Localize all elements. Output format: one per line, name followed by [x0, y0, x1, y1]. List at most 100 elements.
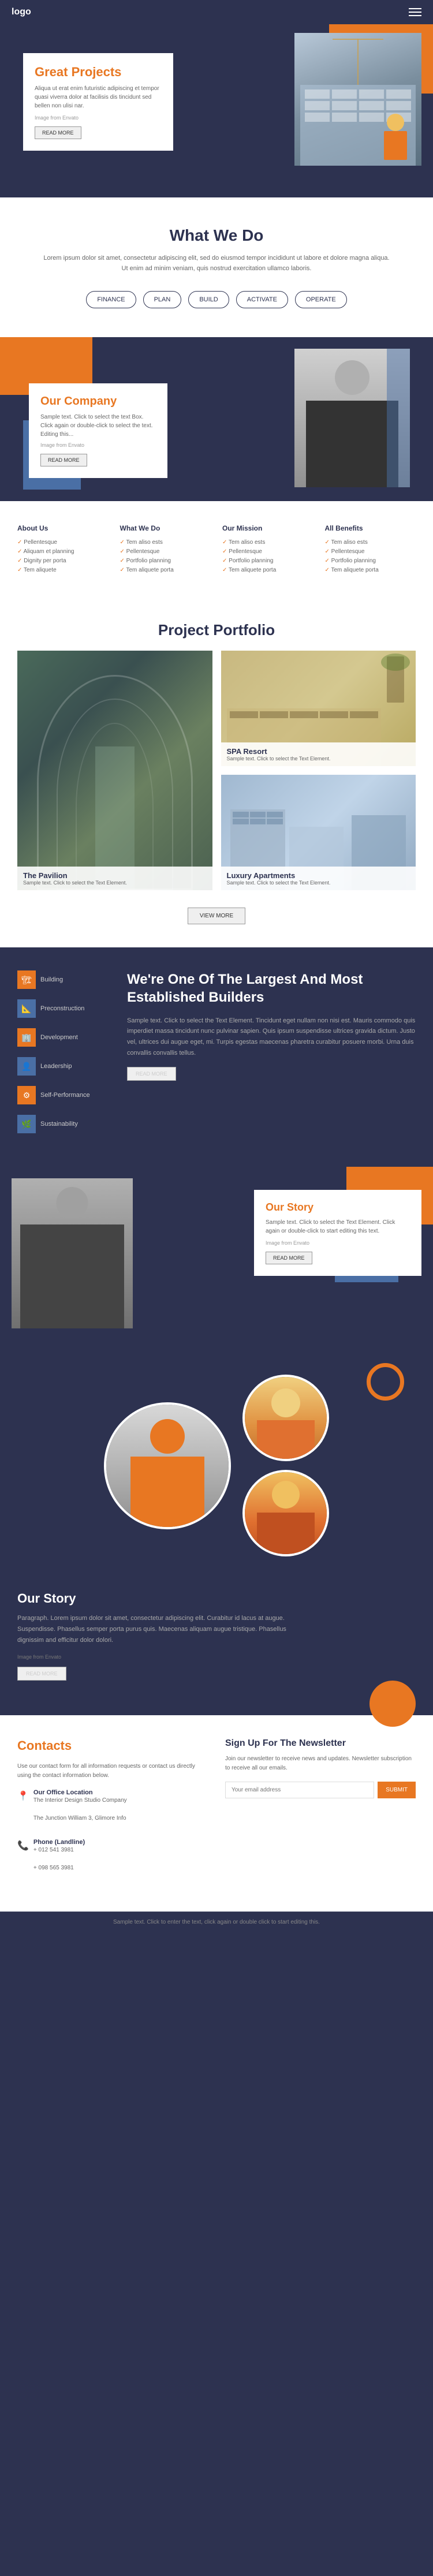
- logo: logo: [12, 7, 31, 17]
- our-story2-description: Paragraph. Lorem ipsum dolor sit amet, c…: [17, 1613, 306, 1645]
- hero-title: Great Projects: [35, 65, 162, 80]
- builders-icons-list: 🏗 Building 📐 Preconstruction 🏢 Developme…: [17, 970, 110, 1144]
- about-item: Tem aliquete: [17, 566, 109, 575]
- office-line2: The Junction William 3, Glimore Info: [33, 1814, 127, 1823]
- about-col-3: Our Mission Tem aliso ests Pellentesque …: [222, 524, 313, 575]
- newsletter-form: SUBMIT: [225, 1782, 416, 1798]
- pill-plan[interactable]: PLAN: [143, 291, 182, 308]
- about-item: Tem aliquete porta: [222, 566, 313, 575]
- portfolio-item-pavilion[interactable]: The Pavilion Sample text. Click to selec…: [17, 651, 212, 890]
- hero-description: Aliqua ut erat enim futuristic adipiscin…: [35, 84, 162, 110]
- what-we-do-description: Lorem ipsum dolor sit amet, consectetur …: [43, 253, 390, 274]
- about-col3-title: Our Mission: [222, 524, 313, 532]
- company-title: Our Company: [40, 395, 156, 408]
- hero-card: Great Projects Aliqua ut erat enim futur…: [23, 53, 173, 151]
- about-col-2: What We Do Tem aliso ests Pellentesque P…: [120, 524, 211, 575]
- newsletter-section: Sign Up For The Newsletter Join our news…: [225, 1738, 416, 1888]
- about-item: Aliquam et planning: [17, 547, 109, 557]
- team-section: [0, 1352, 433, 1580]
- company-card: Our Company Sample text. Click to select…: [29, 383, 167, 478]
- hero-img-placeholder: Image from Envato: [35, 115, 162, 121]
- leadership-icon: 👤: [17, 1057, 36, 1076]
- pavilion-label: The Pavilion Sample text. Click to selec…: [17, 867, 212, 890]
- builder-icon-leadership: 👤 Leadership: [17, 1057, 110, 1076]
- about-item: Tem aliso ests: [222, 538, 313, 547]
- our-story2-title: Our Story: [17, 1591, 416, 1606]
- our-story2-img-placeholder: Image from Envato: [17, 1654, 416, 1660]
- story-person-img: [12, 1178, 133, 1328]
- development-icon: 🏢: [17, 1028, 36, 1047]
- contacts-section: Contacts Use our contact form for all in…: [0, 1715, 433, 1912]
- building-icon: 🏗: [17, 970, 36, 989]
- newsletter-title: Sign Up For The Newsletter: [225, 1738, 416, 1749]
- team-circles-right: [242, 1375, 329, 1556]
- portfolio-item-luxury[interactable]: Luxury Apartments Sample text. Click to …: [221, 775, 416, 890]
- story-img-placeholder: Image from Envato: [266, 1240, 410, 1246]
- phone-number1: + 012 541 3981: [33, 1846, 85, 1855]
- contact-phone-row: 📞 Phone (Landline) + 012 541 3981 + 098 …: [17, 1839, 208, 1881]
- builder-icon-development: 🏢 Development: [17, 1028, 110, 1047]
- story-description: Sample text. Click to select the Text El…: [266, 1218, 410, 1235]
- builder-icon-building: 🏗 Building: [17, 970, 110, 989]
- about-item: Tem aliso ests: [325, 538, 416, 547]
- about-item: Pellentesque: [17, 538, 109, 547]
- builders-content: We're One Of The Largest And Most Establ…: [127, 970, 416, 1081]
- luxury-label: Luxury Apartments Sample text. Click to …: [221, 867, 416, 890]
- menu-button[interactable]: [409, 8, 421, 16]
- about-item: Tem aliquete porta: [120, 566, 211, 575]
- about-item: Tem aliso ests: [120, 538, 211, 547]
- pills-container: FINANCE PLAN BUILD ACTIVATE OPERATE: [17, 291, 416, 308]
- our-story2-read-more-button[interactable]: READ MORE: [17, 1667, 66, 1681]
- contact-office-row: 📍 Our Office Location The Interior Desig…: [17, 1789, 208, 1832]
- phone-icon: 📞: [17, 1840, 29, 1851]
- portfolio-title: Project Portfolio: [17, 621, 416, 639]
- newsletter-submit-button[interactable]: SUBMIT: [378, 1782, 416, 1798]
- contacts-title: Contacts: [17, 1738, 208, 1753]
- builders-title: We're One Of The Largest And Most Establ…: [127, 970, 416, 1006]
- view-more-button[interactable]: VIEW MORE: [188, 908, 245, 924]
- contact-office-info: Our Office Location The Interior Design …: [33, 1789, 127, 1832]
- footer: Sample text. Click to enter the text, cl…: [0, 1912, 433, 1932]
- portfolio-item-spa[interactable]: SPA Resort Sample text. Click to select …: [221, 651, 416, 766]
- about-item: Pellentesque: [222, 547, 313, 557]
- about-section: About Us Pellentesque Aliquam et plannin…: [0, 501, 433, 598]
- our-story-section: Our Story Sample text. Click to select t…: [0, 1167, 433, 1352]
- pill-build[interactable]: BUILD: [188, 291, 229, 308]
- story-title: Our Story: [266, 1201, 410, 1214]
- company-description: Sample text. Click to select the text Bo…: [40, 413, 156, 439]
- orange-ring-decoration: [367, 1363, 404, 1401]
- story-read-more-button[interactable]: READ MORE: [266, 1252, 312, 1264]
- hero-section: Great Projects Aliqua ut erat enim futur…: [0, 24, 433, 197]
- newsletter-email-input[interactable]: [225, 1782, 374, 1798]
- hero-read-more-button[interactable]: READ MORE: [35, 126, 81, 139]
- pill-activate[interactable]: ACTIVATE: [236, 291, 288, 308]
- about-grid: About Us Pellentesque Aliquam et plannin…: [17, 524, 416, 575]
- company-read-more-button[interactable]: READ MORE: [40, 454, 87, 466]
- location-icon: 📍: [17, 1790, 29, 1802]
- about-item: Portfolio planning: [325, 557, 416, 566]
- pill-finance[interactable]: FINANCE: [86, 291, 136, 308]
- builders-description: Sample text. Click to select the Text El…: [127, 1016, 416, 1059]
- orange-circle-decoration: [369, 1681, 416, 1727]
- team-circle-bottom-right: [242, 1470, 329, 1556]
- about-item: Portfolio planning: [222, 557, 313, 566]
- portfolio-section: Project Portfolio The Pavilion Sample te…: [0, 598, 433, 947]
- self-performance-icon: ⚙: [17, 1086, 36, 1104]
- about-item: Dignity per porta: [17, 557, 109, 566]
- what-we-do-title: What We Do: [17, 226, 416, 245]
- team-circle-top-right: [242, 1375, 329, 1461]
- office-line1: The Interior Design Studio Company: [33, 1796, 127, 1805]
- about-col4-title: All Benefits: [325, 524, 416, 532]
- footer-text: Sample text. Click to enter the text, cl…: [12, 1919, 421, 1925]
- about-item: Pellentesque: [120, 547, 211, 557]
- sustainability-icon: 🌿: [17, 1115, 36, 1133]
- what-we-do-section: What We Do Lorem ipsum dolor sit amet, c…: [0, 197, 433, 337]
- about-col-4: All Benefits Tem aliso ests Pellentesque…: [325, 524, 416, 575]
- team-circle-center: [104, 1402, 231, 1529]
- pill-operate[interactable]: OPERATE: [295, 291, 347, 308]
- builder-icon-sustainability: 🌿 Sustainability: [17, 1115, 110, 1133]
- builders-read-more-button[interactable]: READ MORE: [127, 1067, 176, 1081]
- about-item: Portfolio planning: [120, 557, 211, 566]
- builder-icon-self-performance: ⚙ Self-Performance: [17, 1086, 110, 1104]
- company-img-placeholder: Image from Envato: [40, 442, 156, 448]
